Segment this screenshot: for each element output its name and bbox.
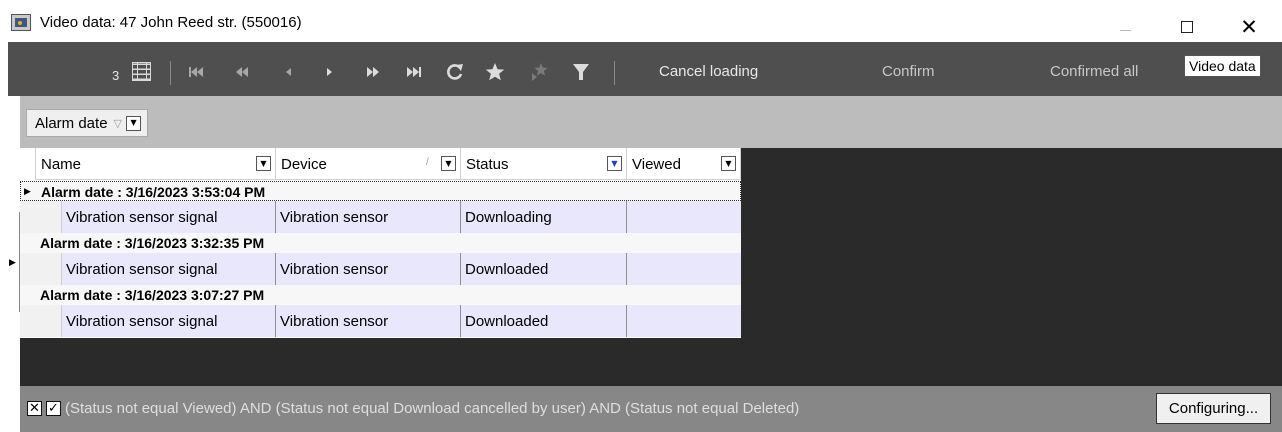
cell-viewed[interactable] (627, 253, 741, 285)
table-row[interactable]: Vibration sensor signal Vibration sensor… (20, 305, 741, 337)
filter-icon[interactable] (570, 61, 592, 83)
column-header-status[interactable]: Status ▼ (461, 148, 627, 180)
group-by-panel (20, 96, 1282, 148)
sort-ascending-icon: / (426, 157, 429, 168)
column-header-viewed[interactable]: Viewed ▼ (627, 148, 741, 180)
cell-device[interactable]: Vibration sensor (276, 253, 461, 285)
group-row-label: Alarm date : 3/16/2023 3:32:35 PM (40, 235, 265, 251)
cancel-loading-button[interactable]: Cancel loading (659, 63, 758, 80)
previous-page-icon[interactable] (232, 61, 252, 83)
sort-indicator-icon: ▽ (113, 117, 123, 130)
tooltip: Video data (1184, 55, 1261, 77)
data-grid: Name ▼ Device / ▼ Status ▼ Viewed ▼ ▶ Al… (20, 148, 741, 338)
next-icon[interactable] (322, 61, 338, 83)
cell-status[interactable]: Downloaded (461, 253, 627, 285)
first-page-icon[interactable] (186, 61, 206, 83)
toolbar: 3 Cancel loading Confirm Confirmed all (8, 42, 1282, 96)
clear-filter-button[interactable]: ✕ (27, 401, 42, 416)
app-video-icon (11, 14, 31, 31)
record-count: 3 (112, 68, 120, 83)
cell-viewed[interactable] (627, 201, 741, 233)
grid-header: Name ▼ Device / ▼ Status ▼ Viewed ▼ (20, 148, 741, 180)
row-indent (20, 201, 62, 233)
cell-viewed[interactable] (627, 305, 741, 337)
chevron-down-icon[interactable]: ▼ (256, 156, 271, 171)
toolbar-separator (170, 61, 171, 85)
previous-icon[interactable] (280, 61, 296, 83)
cell-status[interactable]: Downloading (461, 201, 627, 233)
cell-status[interactable]: Downloaded (461, 305, 627, 337)
group-by-label: Alarm date (35, 114, 108, 132)
next-page-icon[interactable] (363, 61, 383, 83)
row-indent (20, 305, 62, 337)
filter-expression[interactable]: (Status not equal Viewed) AND (Status no… (65, 400, 799, 417)
grid-view-icon[interactable] (132, 62, 151, 81)
current-row-icon: ▶ (24, 187, 31, 197)
maximize-icon (1181, 21, 1193, 33)
cell-device[interactable]: Vibration sensor (276, 305, 461, 337)
column-header-label: Device (281, 155, 327, 173)
cell-device[interactable]: Vibration sensor (276, 201, 461, 233)
cell-name[interactable]: Vibration sensor signal (62, 253, 276, 285)
group-row[interactable]: Alarm date : 3/16/2023 3:07:27 PM (20, 285, 741, 305)
group-row[interactable]: ▶ Alarm date : 3/16/2023 3:53:04 PM (20, 181, 741, 201)
cell-name[interactable]: Vibration sensor signal (62, 305, 276, 337)
row-indicator-header (20, 148, 36, 180)
last-page-icon[interactable] (404, 61, 424, 83)
filter-active-icon[interactable]: ▼ (607, 156, 622, 171)
configure-button[interactable]: Configuring... (1156, 393, 1271, 424)
refresh-icon[interactable] (444, 61, 466, 83)
star-outline-icon[interactable] (526, 61, 550, 83)
expand-arrow-icon[interactable]: ▶ (9, 258, 16, 268)
column-header-device[interactable]: Device / ▼ (276, 148, 461, 180)
toolbar-separator (614, 61, 615, 85)
group-row[interactable]: Alarm date : 3/16/2023 3:32:35 PM (20, 233, 741, 253)
table-row[interactable]: Vibration sensor signal Vibration sensor… (20, 201, 741, 233)
cell-name[interactable]: Vibration sensor signal (62, 201, 276, 233)
column-header-label: Status (466, 155, 509, 173)
star-icon[interactable] (484, 61, 506, 83)
column-header-label: Name (41, 155, 82, 173)
group-row-label: Alarm date : 3/16/2023 3:07:27 PM (40, 287, 265, 303)
minimize-icon (1119, 29, 1131, 31)
column-header-label: Viewed (632, 155, 681, 173)
table-row[interactable]: Vibration sensor signal Vibration sensor… (20, 253, 741, 285)
confirm-button[interactable]: Confirm (882, 63, 935, 80)
confirmed-all-button[interactable]: Confirmed all (1050, 63, 1138, 80)
chevron-down-icon[interactable]: ▼ (441, 156, 456, 171)
group-by-chip[interactable]: Alarm date ▽ ▼ (26, 109, 149, 137)
window-title: Video data: 47 John Reed str. (550016) (40, 14, 302, 31)
chevron-down-icon[interactable]: ▼ (721, 156, 736, 171)
row-indent (20, 253, 62, 285)
chevron-down-icon[interactable]: ▼ (126, 115, 142, 131)
column-header-name[interactable]: Name ▼ (36, 148, 276, 180)
group-row-label: Alarm date : 3/16/2023 3:53:04 PM (41, 184, 266, 200)
enable-filter-checkbox[interactable]: ✓ (46, 401, 61, 416)
